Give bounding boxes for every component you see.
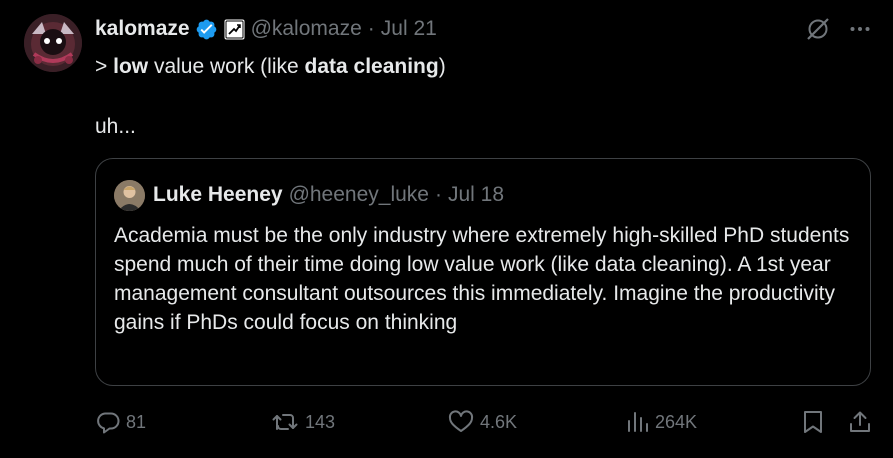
bookmark-button[interactable] xyxy=(802,404,824,440)
view-count: 264K xyxy=(655,411,698,432)
quoted-author-handle[interactable]: @heeney_luke xyxy=(289,183,429,207)
quoted-author-name[interactable]: Luke Heeney xyxy=(153,183,283,207)
share-icon xyxy=(848,410,872,434)
tweet-date[interactable]: Jul 21 xyxy=(381,17,437,41)
separator-dot: · xyxy=(367,17,375,40)
views-button[interactable]: 264K xyxy=(625,404,697,440)
quoted-tweet-header: Luke Heeney @heeney_luke · Jul 18 xyxy=(114,179,504,211)
author-handle[interactable]: @kalomaze xyxy=(251,17,362,41)
tweet-text-middle: value work (like xyxy=(148,55,305,78)
quoted-tweet[interactable]: Luke Heeney @heeney_luke · Jul 18 Academ… xyxy=(95,158,871,386)
retweet-count: 143 xyxy=(305,411,336,432)
retweet-button[interactable]: 143 xyxy=(272,404,335,440)
author-name[interactable]: kalomaze xyxy=(95,17,190,41)
reply-count: 81 xyxy=(126,411,147,432)
like-button[interactable]: 4.6K xyxy=(448,404,517,440)
reply-button[interactable]: 81 xyxy=(96,404,146,440)
tweet-text-bold-data-cleaning: data cleaning xyxy=(304,55,439,78)
affiliation-badge-icon[interactable] xyxy=(224,19,245,40)
heart-icon xyxy=(448,410,474,434)
tweet-text-prefix: > xyxy=(95,55,114,78)
bookmark-icon xyxy=(802,410,824,434)
tweet-header: kalomaze @kalomaze · Jul 21 xyxy=(95,15,437,43)
author-avatar[interactable] xyxy=(24,14,82,72)
quoted-separator-dot: · xyxy=(434,183,442,206)
reply-icon xyxy=(96,410,120,434)
like-count: 4.6K xyxy=(480,411,518,432)
retweet-icon xyxy=(272,410,299,434)
quoted-author-avatar[interactable] xyxy=(114,179,145,211)
analytics-icon xyxy=(625,410,649,434)
quoted-tweet-date[interactable]: Jul 18 xyxy=(448,183,504,207)
top-actions xyxy=(805,16,871,47)
avatar-image xyxy=(24,14,82,72)
tweet-text-bold-low: low xyxy=(113,55,149,78)
verified-badge-icon xyxy=(195,18,218,41)
tweet-text-line2: uh... xyxy=(95,115,136,138)
quoted-tweet-text: Academia must be the only industry where… xyxy=(114,224,850,334)
tweet-text: > low value work (like data cleaning) uh… xyxy=(95,52,446,142)
share-button[interactable] xyxy=(848,404,872,440)
action-bar: 81 143 4.6K 264K xyxy=(96,404,876,440)
grok-icon[interactable] xyxy=(805,16,831,47)
more-options-icon[interactable] xyxy=(849,18,871,45)
tweet-text-suffix: ) xyxy=(438,55,446,78)
